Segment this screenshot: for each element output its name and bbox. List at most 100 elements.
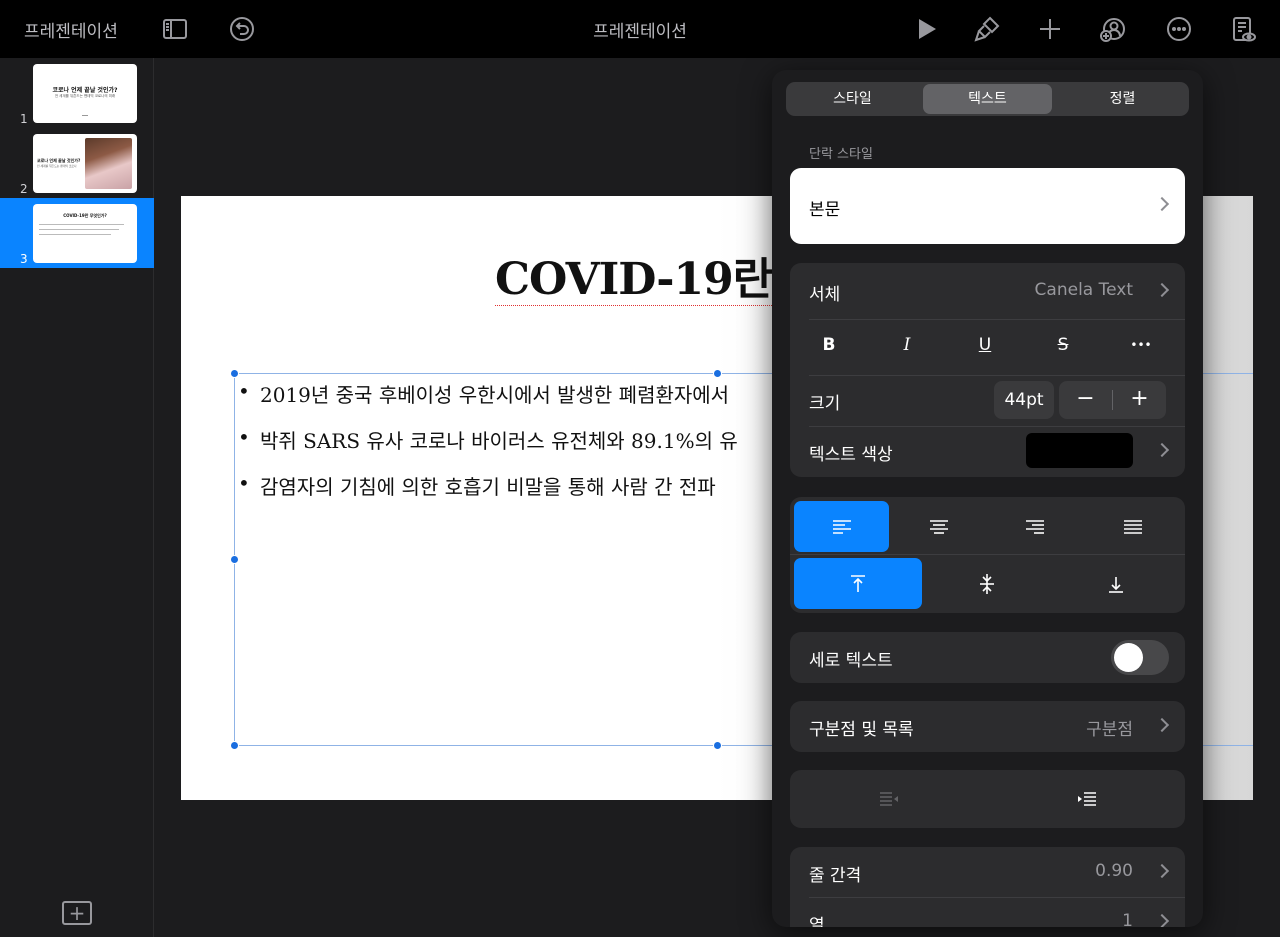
- bullets-lists-label: 구분점 및 목록: [809, 720, 914, 740]
- slide-navigator: 코로나 언제 끝날 것인가? 전 세계를 뒤흔드는 팬데믹 코로나의 미래 1 …: [0, 58, 154, 937]
- thumb-subtitle: 전 세계를 뒤흔드는 팬데믹 코로나: [37, 164, 77, 168]
- thumb-footer-line: [82, 115, 88, 116]
- slide-number: 2: [20, 182, 28, 196]
- bold-button[interactable]: B: [809, 331, 849, 359]
- columns-row[interactable]: 열 1: [790, 897, 1185, 927]
- thumb-bullet-line: [39, 224, 124, 225]
- more-options-icon[interactable]: [1162, 12, 1196, 46]
- align-center-icon: [929, 519, 948, 534]
- resize-handle[interactable]: [713, 741, 722, 750]
- resize-handle[interactable]: [713, 369, 722, 378]
- align-justify-button[interactable]: [1084, 501, 1181, 552]
- align-center-button[interactable]: [891, 501, 986, 552]
- sidebar-toggle-icon[interactable]: [158, 12, 192, 46]
- line-spacing-label: 줄 간격: [809, 866, 862, 886]
- bullets-lists-row[interactable]: 구분점 및 목록 구분점: [790, 701, 1185, 752]
- spacing-card: 줄 간격 0.90 열 1: [790, 847, 1185, 927]
- thumb-title: 코로나 언제 끝날 것인가?: [52, 87, 118, 94]
- font-row[interactable]: 서체 Canela Text: [790, 263, 1185, 319]
- resize-handle[interactable]: [230, 555, 239, 564]
- tab-text[interactable]: 텍스트: [923, 84, 1052, 114]
- valign-middle-button[interactable]: [923, 558, 1051, 609]
- undo-icon[interactable]: [225, 12, 259, 46]
- paragraph-style-heading: 단락 스타일: [809, 147, 873, 162]
- valign-middle-icon: [980, 573, 994, 594]
- top-toolbar: 프레젠테이션 프레젠테이션: [0, 0, 1280, 58]
- underline-button[interactable]: U: [965, 331, 1005, 359]
- resize-handle[interactable]: [230, 741, 239, 750]
- size-label: 크기: [809, 394, 841, 414]
- thumb-subtitle: 전 세계를 뒤흔드는 팬데믹 코로나의 미래: [54, 94, 116, 98]
- format-brush-icon[interactable]: [970, 12, 1004, 46]
- inspector-tabs: 스타일 텍스트 정렬: [786, 82, 1189, 116]
- paragraph-style-selector[interactable]: 본문: [790, 168, 1185, 244]
- increase-indent-button[interactable]: [988, 773, 1185, 824]
- alignment-card: [790, 497, 1185, 613]
- slide-thumbnail-3[interactable]: COVID-19란 무엇인가? 3: [0, 198, 154, 268]
- documents-button[interactable]: 프레젠테이션: [24, 17, 118, 42]
- chevron-right-icon: [1154, 913, 1170, 927]
- outdent-icon: [879, 791, 898, 806]
- increase-size-button[interactable]: +: [1113, 381, 1166, 419]
- slide-thumbnail-1[interactable]: 코로나 언제 끝날 것인가? 전 세계를 뒤흔드는 팬데믹 코로나의 미래 1: [0, 58, 154, 128]
- font-settings-card: 서체 Canela Text B I U S ••• 크기 44pt − + 텍…: [790, 263, 1185, 477]
- add-slide-button[interactable]: +: [62, 901, 92, 925]
- thumb-photo: [85, 138, 132, 189]
- line-spacing-row[interactable]: 줄 간격 0.90: [790, 847, 1185, 897]
- thumb-title: COVID-19란 무엇인가?: [63, 213, 107, 218]
- align-left-button[interactable]: [794, 501, 889, 552]
- document-title: 프레젠테이션: [593, 22, 687, 42]
- thumb-bullet-line: [39, 234, 111, 235]
- valign-top-icon: [851, 574, 865, 592]
- valign-bottom-icon: [1109, 576, 1123, 593]
- indent-card: [790, 770, 1185, 828]
- text-color-swatch[interactable]: [1026, 433, 1133, 468]
- slide-preview: COVID-19란 무엇인가?: [33, 204, 137, 263]
- align-right-button[interactable]: [987, 501, 1082, 552]
- size-value[interactable]: 44pt: [994, 381, 1054, 419]
- decrease-indent-button[interactable]: [790, 773, 987, 824]
- vertical-text-label: 세로 텍스트: [809, 651, 893, 671]
- slide-number: 1: [20, 112, 28, 126]
- align-right-icon: [1025, 519, 1044, 534]
- chevron-right-icon: [1154, 717, 1170, 733]
- collaborate-icon[interactable]: [1095, 12, 1129, 46]
- insert-plus-icon[interactable]: [1033, 12, 1067, 46]
- resize-handle[interactable]: [230, 369, 239, 378]
- columns-value: 1: [1122, 911, 1133, 927]
- slide-preview: 코로나 언제 끝날 것인가? 전 세계를 뒤흔드는 팬데믹 코로나: [33, 134, 137, 193]
- font-label: 서체: [809, 285, 841, 305]
- chevron-right-icon: [1154, 863, 1170, 879]
- chevron-right-icon: [1154, 196, 1170, 212]
- italic-button[interactable]: I: [887, 331, 927, 359]
- slide-number: 3: [20, 252, 28, 266]
- chevron-right-icon: [1154, 282, 1170, 298]
- plus-icon: +: [68, 901, 86, 925]
- play-icon[interactable]: [909, 12, 943, 46]
- divider: [790, 554, 1185, 555]
- tab-arrange[interactable]: 정렬: [1058, 84, 1187, 114]
- toggle-knob: [1114, 643, 1143, 672]
- tab-style[interactable]: 스타일: [788, 84, 917, 114]
- font-format-row: B I U S •••: [790, 319, 1185, 375]
- line-spacing-value: 0.90: [1095, 861, 1133, 881]
- vertical-text-toggle[interactable]: [1111, 640, 1169, 675]
- columns-label: 열: [809, 916, 825, 927]
- valign-bottom-button[interactable]: [1052, 558, 1180, 609]
- chevron-right-icon: [1154, 442, 1170, 458]
- strikethrough-button[interactable]: S: [1043, 331, 1083, 359]
- size-row: 크기 44pt − +: [790, 375, 1185, 426]
- size-stepper: − +: [1059, 381, 1166, 419]
- valign-top-button[interactable]: [794, 558, 922, 609]
- text-color-row[interactable]: 텍스트 색상: [790, 426, 1185, 477]
- slide-thumbnail-2[interactable]: 코로나 언제 끝날 것인가? 전 세계를 뒤흔드는 팬데믹 코로나 2: [0, 128, 154, 198]
- slide-preview: 코로나 언제 끝날 것인가? 전 세계를 뒤흔드는 팬데믹 코로나의 미래: [33, 64, 137, 123]
- indent-icon: [1077, 791, 1096, 806]
- decrease-size-button[interactable]: −: [1059, 381, 1112, 419]
- vertical-text-row: 세로 텍스트: [790, 632, 1185, 683]
- text-color-label: 텍스트 색상: [809, 445, 893, 465]
- thumb-bullet-line: [39, 229, 119, 230]
- bullets-lists-value: 구분점: [1086, 720, 1133, 740]
- presenter-notes-icon[interactable]: [1226, 12, 1260, 46]
- more-format-button[interactable]: •••: [1121, 331, 1161, 359]
